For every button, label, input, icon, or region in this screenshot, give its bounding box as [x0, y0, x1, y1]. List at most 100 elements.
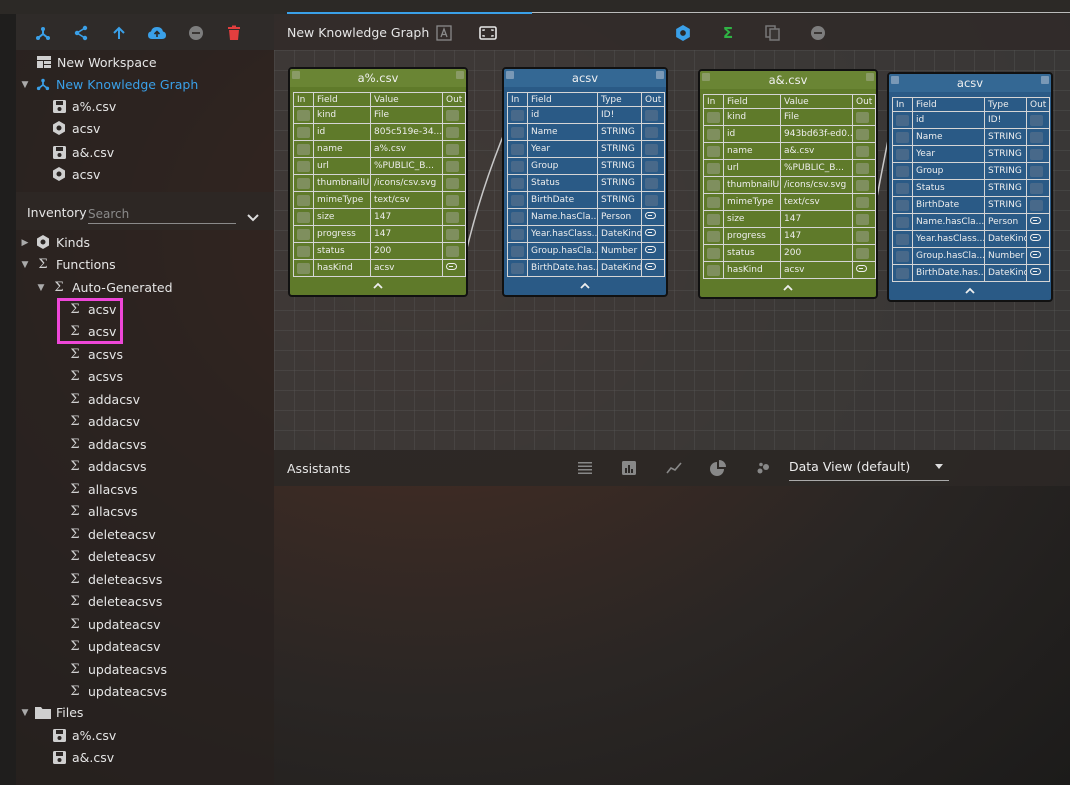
- function-item[interactable]: Σupdateacsv: [67, 637, 160, 657]
- graph-node[interactable]: a&.csv In Field Value Out kind File id 943bd63f-…: [698, 69, 878, 299]
- in-port[interactable]: [511, 177, 524, 189]
- pie-chart-icon[interactable]: [709, 459, 727, 477]
- in-port[interactable]: [896, 250, 909, 262]
- tree-file-item[interactable]: a%.csv: [51, 725, 116, 745]
- link-icon[interactable]: [856, 265, 867, 272]
- in-port[interactable]: [707, 230, 720, 242]
- out-port[interactable]: [645, 109, 658, 121]
- node-handle[interactable]: [292, 71, 300, 79]
- function-item[interactable]: Σaddacsvs: [67, 457, 146, 477]
- in-port[interactable]: [511, 194, 524, 206]
- link-icon[interactable]: [645, 212, 656, 219]
- function-item[interactable]: Σaddacsvs: [67, 434, 146, 454]
- text-frame-icon[interactable]: [433, 22, 455, 44]
- tree-file-item[interactable]: a&.csv: [51, 142, 114, 162]
- sigma-icon[interactable]: Σ: [717, 22, 739, 44]
- in-port[interactable]: [707, 179, 720, 191]
- function-item[interactable]: Σdeleteacsvs: [67, 592, 162, 612]
- out-port[interactable]: [446, 143, 459, 155]
- function-item[interactable]: Σupdateacsvs: [67, 659, 167, 679]
- line-chart-icon[interactable]: [665, 459, 683, 477]
- in-port[interactable]: [896, 182, 909, 194]
- link-icon[interactable]: [645, 246, 656, 253]
- graph-icon[interactable]: [32, 22, 54, 44]
- node-handle[interactable]: [506, 71, 514, 79]
- in-port[interactable]: [511, 228, 524, 240]
- in-port[interactable]: [297, 160, 310, 172]
- in-port[interactable]: [707, 162, 720, 174]
- node-handle[interactable]: [656, 71, 664, 79]
- graph-node[interactable]: acsv In Field Type Out id ID! Name STRING Year STR…: [502, 67, 668, 297]
- in-port[interactable]: [297, 194, 310, 206]
- tree-workspace[interactable]: New Workspace: [36, 52, 157, 72]
- function-item[interactable]: Σacsvs: [67, 344, 123, 364]
- out-port[interactable]: [856, 128, 869, 140]
- in-port[interactable]: [896, 199, 909, 211]
- in-port[interactable]: [297, 143, 310, 155]
- cloud-upload-icon[interactable]: [146, 22, 168, 44]
- function-item[interactable]: Σacsvs: [67, 367, 123, 387]
- tree-graph[interactable]: New Knowledge Graph: [35, 74, 198, 94]
- graph-node[interactable]: a%.csv In Field Value Out kind File id 805c519e-…: [288, 67, 468, 297]
- collapse-chevron-icon[interactable]: [290, 277, 466, 295]
- function-item[interactable]: Σupdateacsvs: [67, 682, 167, 702]
- node-title[interactable]: a%.csv: [290, 69, 466, 87]
- link-icon[interactable]: [446, 263, 457, 270]
- function-item[interactable]: Σaddacsv: [67, 412, 140, 432]
- chevron-down-icon[interactable]: ▼: [20, 260, 30, 270]
- in-port[interactable]: [707, 196, 720, 208]
- out-port[interactable]: [645, 194, 658, 206]
- in-port[interactable]: [707, 111, 720, 123]
- out-port[interactable]: [1030, 199, 1043, 211]
- in-port[interactable]: [896, 216, 909, 228]
- kind-icon[interactable]: [672, 22, 694, 44]
- scatter-icon[interactable]: [754, 459, 772, 477]
- collapse-chevron-icon[interactable]: [889, 282, 1051, 300]
- out-port[interactable]: [1030, 165, 1043, 177]
- list-icon[interactable]: [576, 459, 594, 477]
- tree-files[interactable]: Files: [35, 702, 83, 722]
- copy-icon[interactable]: [762, 22, 784, 44]
- in-port[interactable]: [511, 245, 524, 257]
- tree-kind-item[interactable]: acsv: [51, 118, 100, 138]
- in-port[interactable]: [511, 262, 524, 274]
- in-port[interactable]: [707, 247, 720, 259]
- graph-node[interactable]: acsv In Field Type Out id ID! Name STRING Year STR…: [887, 72, 1053, 302]
- function-item[interactable]: Σdeleteacsvs: [67, 569, 162, 589]
- function-item[interactable]: Σallacsvs: [67, 502, 137, 522]
- in-port[interactable]: [707, 213, 720, 225]
- in-port[interactable]: [297, 211, 310, 223]
- out-port[interactable]: [645, 126, 658, 138]
- in-port[interactable]: [297, 228, 310, 240]
- out-port[interactable]: [446, 211, 459, 223]
- node-title[interactable]: acsv: [504, 69, 666, 87]
- in-port[interactable]: [297, 109, 310, 121]
- share-icon[interactable]: [70, 22, 92, 44]
- collapse-chevron-icon[interactable]: [700, 279, 876, 297]
- out-port[interactable]: [856, 162, 869, 174]
- chevron-down-icon[interactable]: ▼: [36, 283, 46, 293]
- function-item[interactable]: Σdeleteacsv: [67, 524, 155, 544]
- inventory-search-input[interactable]: [88, 204, 236, 224]
- collapse-chevron-icon[interactable]: [504, 277, 666, 295]
- out-port[interactable]: [1030, 131, 1043, 143]
- out-port[interactable]: [446, 126, 459, 138]
- node-handle[interactable]: [456, 71, 464, 79]
- node-title[interactable]: acsv: [889, 74, 1051, 92]
- in-port[interactable]: [896, 233, 909, 245]
- out-port[interactable]: [446, 109, 459, 121]
- data-view-select[interactable]: Data View (default): [789, 459, 949, 481]
- trash-icon[interactable]: [223, 22, 245, 44]
- out-port[interactable]: [1030, 182, 1043, 194]
- link-icon[interactable]: [1030, 268, 1041, 275]
- out-port[interactable]: [446, 194, 459, 206]
- in-port[interactable]: [297, 177, 310, 189]
- chevron-right-icon[interactable]: ▶: [20, 238, 30, 248]
- node-handle[interactable]: [702, 73, 710, 81]
- in-port[interactable]: [297, 262, 310, 274]
- in-port[interactable]: [297, 126, 310, 138]
- out-port[interactable]: [856, 145, 869, 157]
- tree-auto-generated[interactable]: Σ Auto-Generated: [51, 277, 172, 297]
- out-port[interactable]: [446, 245, 459, 257]
- in-port[interactable]: [511, 160, 524, 172]
